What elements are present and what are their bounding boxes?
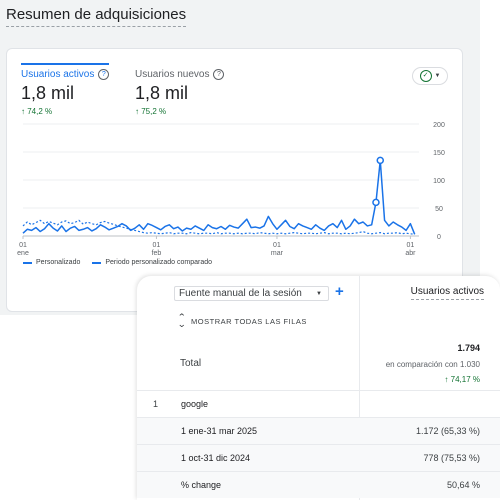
page-title: Resumen de adquisiciones [6, 6, 187, 27]
legend-item-compare: Periodo personalizado comparado [92, 259, 212, 266]
table-row: 1 oct-31 dic 2024 778 (75,53 %) [137, 444, 500, 471]
x-tick-label: 01 [406, 242, 414, 249]
legend-swatch-dashed [92, 261, 102, 264]
chart-card: Usuarios activos? 1,8 mil ↑ 74,2 % Usuar… [6, 48, 463, 312]
legend-label: Personalizado [36, 259, 81, 266]
total-value: 1.794 [457, 343, 480, 353]
legend-item-current: Personalizado [23, 259, 80, 266]
x-tick-label: feb [152, 250, 162, 257]
add-dimension-icon[interactable]: + [335, 283, 344, 300]
row-index: 1 [153, 399, 159, 409]
x-tick-label: mar [271, 250, 284, 257]
dimension-select-value: Fuente manual de la sesión [179, 288, 302, 299]
row-name: google [181, 399, 209, 409]
x-tick-label: ene [17, 250, 29, 257]
legend-label: Periodo personalizado comparado [105, 259, 212, 266]
y-tick-label: 200 [433, 122, 445, 129]
show-rows-label: MOSTRAR TODAS LAS FILAS [191, 316, 307, 326]
unfold-icon: ⌃ ⌄ [177, 312, 187, 329]
y-tick-label: 100 [433, 178, 445, 185]
data-point-marker [372, 198, 380, 207]
line-chart: 05010015020001ene01feb01mar01abr [17, 122, 445, 257]
table-row[interactable]: 1 google [137, 390, 500, 417]
caret-down-icon: ▼ [316, 290, 322, 297]
x-tick-label: 01 [153, 242, 161, 249]
y-tick-label: 150 [433, 150, 445, 157]
row-value: 1.172 (65,33 %) [415, 426, 480, 436]
chart-legend: Personalizado Periodo personalizado comp… [23, 259, 212, 266]
column-header-active-users[interactable]: Usuarios activos [410, 286, 484, 300]
total-label: Total [180, 358, 202, 369]
report-table-card: Fuente manual de la sesión ▼ + Usuarios … [137, 276, 500, 500]
total-comparison: en comparación con 1.030 [385, 360, 480, 369]
show-all-rows-button[interactable]: ⌃ ⌄ MOSTRAR TODAS LAS FILAS [177, 312, 307, 329]
row-value: 50,64 % [446, 480, 480, 490]
row-value: 778 (75,53 %) [423, 453, 480, 463]
row-name: 1 oct-31 dic 2024 [181, 453, 251, 463]
y-tick-label: 0 [437, 234, 441, 241]
table-row: 1 ene-31 mar 2025 1.172 (65,33 %) [137, 417, 500, 444]
x-tick-label: abr [405, 250, 416, 257]
dimension-select[interactable]: Fuente manual de la sesión ▼ [174, 286, 329, 301]
y-tick-label: 50 [435, 206, 443, 213]
x-tick-label: 01 [273, 242, 281, 249]
row-name: 1 ene-31 mar 2025 [181, 426, 258, 436]
data-point-marker [376, 156, 385, 165]
table-row: % change 50,64 % [137, 471, 500, 498]
legend-swatch-solid [23, 261, 32, 264]
row-name: % change [181, 480, 222, 490]
x-tick-label: 01 [19, 242, 27, 249]
total-change: ↑ 74,17 % [444, 375, 480, 384]
